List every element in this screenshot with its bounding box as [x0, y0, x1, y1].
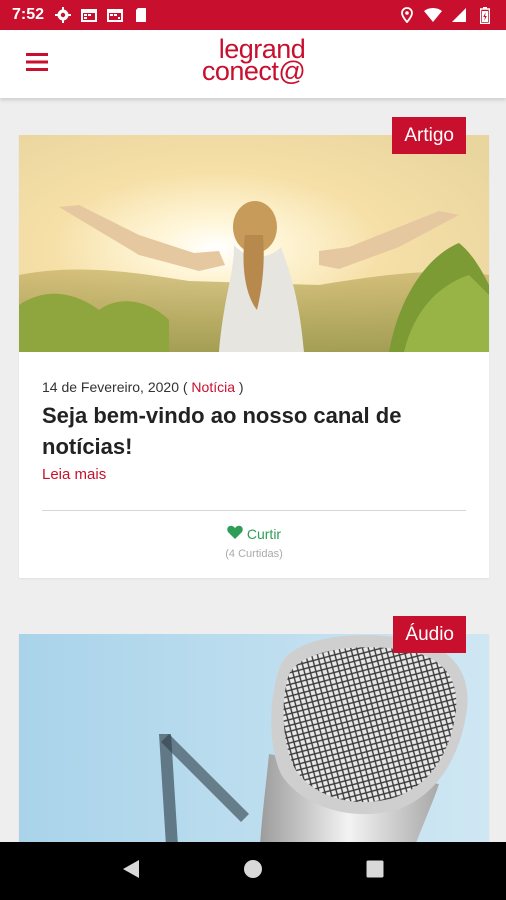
battery-icon [476, 6, 494, 24]
gear-icon [54, 6, 72, 24]
nav-back-button[interactable] [111, 851, 151, 891]
status-bar: 7:52 [0, 0, 506, 30]
system-nav-bar [0, 842, 506, 900]
status-icons-right [398, 6, 494, 24]
back-triangle-icon [122, 859, 140, 884]
news-card[interactable]: Áudio [19, 616, 489, 842]
likes-count: (4 Curtidas) [225, 548, 283, 560]
logo-line-2: conect@ [201, 56, 306, 86]
heart-icon [227, 525, 247, 542]
card-image[interactable] [19, 634, 489, 842]
news-card[interactable]: Artigo 14 de Fevereiro, 2020 (Notícia)… [19, 117, 489, 578]
home-circle-icon [243, 859, 263, 884]
post-date: 14 de Fevereiro, 2020 ( [42, 379, 188, 395]
status-time: 7:52 [12, 6, 45, 23]
app-logo: legrand conect@ [201, 36, 306, 86]
hamburger-icon [26, 52, 48, 76]
divider [42, 510, 466, 511]
read-more-link[interactable]: Leia mais [42, 466, 106, 483]
nav-home-button[interactable] [233, 851, 273, 891]
card-image[interactable] [19, 135, 489, 352]
sd-card-icon [132, 6, 150, 24]
post-title[interactable]: Seja bem-vindo ao nosso canal de notícia… [42, 400, 466, 462]
news-feed[interactable]: Artigo 14 de Fevereiro, 2020 (Notícia)… [0, 98, 506, 842]
calendar-icon [106, 6, 124, 24]
like-label: Curtir [246, 525, 282, 542]
status-icons-left [54, 6, 150, 24]
post-category[interactable]: Notícia [191, 379, 235, 395]
post-category-close: ) [238, 379, 244, 395]
app-bar: legrand conect@ [0, 30, 506, 98]
signal-icon [450, 6, 468, 24]
post-meta: 14 de Fevereiro, 2020 ( Notícia ) [42, 378, 466, 396]
location-icon [398, 6, 416, 24]
content-type-badge: Áudio [393, 616, 466, 653]
wifi-icon [424, 6, 442, 24]
content-type-badge: Artigo [392, 117, 466, 154]
menu-button[interactable] [12, 39, 62, 89]
calendar-icon [80, 6, 98, 24]
nav-recents-button[interactable] [355, 851, 395, 891]
like-button[interactable]: Curtir [214, 525, 294, 542]
recents-square-icon [366, 860, 384, 883]
